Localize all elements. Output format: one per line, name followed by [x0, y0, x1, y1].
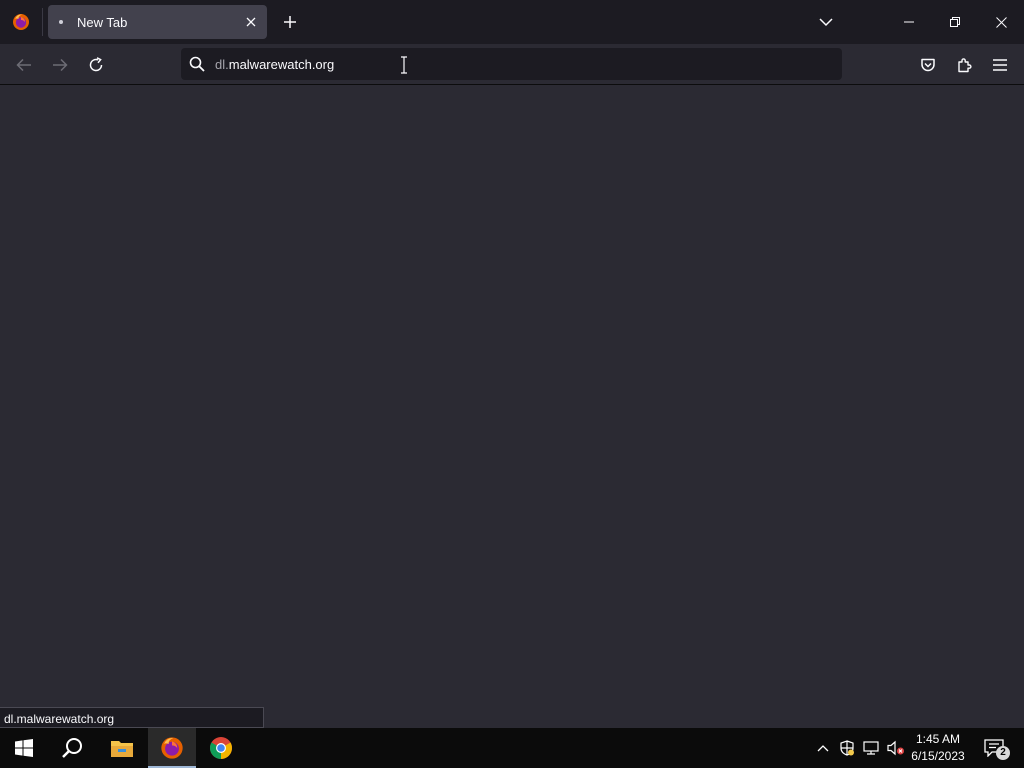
- arrow-left-icon: [16, 58, 31, 72]
- chevron-up-icon: [817, 745, 829, 752]
- screen: New Tab dl.malwarewatch.org dl.malwarewa…: [0, 0, 1024, 768]
- file-explorer-icon: [111, 741, 133, 757]
- tab-loading-dot-icon: [59, 20, 63, 24]
- minimize-button[interactable]: [886, 0, 932, 44]
- window-close-button[interactable]: [978, 0, 1024, 44]
- taskbar-chrome[interactable]: [197, 728, 245, 768]
- address-bar[interactable]: dl.malwarewatch.org: [181, 48, 842, 80]
- chevron-down-icon: [819, 18, 833, 27]
- extensions-button[interactable]: [949, 50, 979, 80]
- chrome-icon: [210, 737, 232, 759]
- tab-new-tab[interactable]: New Tab: [48, 5, 267, 39]
- application-menu-button[interactable]: [985, 50, 1015, 80]
- network-icon: [863, 741, 879, 755]
- status-panel: dl.malwarewatch.org: [0, 707, 264, 728]
- security-shield-icon: [840, 740, 854, 756]
- clock-time: 1:45 AM: [915, 732, 961, 746]
- list-all-tabs-button[interactable]: [812, 8, 840, 36]
- page-content-area: [0, 85, 1024, 728]
- url-domain: malwarewatch.org: [228, 57, 335, 72]
- notification-count-badge: 2: [996, 746, 1010, 760]
- clock-date: 6/15/2023: [911, 749, 965, 763]
- address-bar-text[interactable]: dl.malwarewatch.org: [215, 57, 334, 72]
- taskbar-clock[interactable]: 1:45 AM 6/15/2023: [908, 731, 968, 765]
- tray-volume[interactable]: [885, 728, 907, 768]
- volume-muted-icon: [887, 740, 904, 756]
- taskbar-firefox[interactable]: [148, 728, 196, 768]
- navigation-toolbar: dl.malwarewatch.org: [0, 44, 1024, 85]
- text-cursor-icon: [401, 56, 407, 74]
- reload-button[interactable]: [81, 50, 111, 80]
- show-hidden-icons-button[interactable]: [814, 728, 832, 768]
- tab-strip: New Tab: [0, 0, 1024, 44]
- search-icon: [62, 738, 82, 758]
- extensions-icon: [958, 58, 972, 73]
- start-button[interactable]: [0, 728, 48, 768]
- tray-network[interactable]: [861, 728, 881, 768]
- plus-icon: [284, 16, 296, 28]
- minimize-icon: [904, 21, 914, 23]
- pocket-icon: [921, 58, 935, 72]
- pocket-button[interactable]: [913, 50, 943, 80]
- tab-title: New Tab: [77, 15, 128, 30]
- restore-icon: [950, 17, 960, 27]
- action-center-button[interactable]: 2: [978, 728, 1010, 768]
- back-button[interactable]: [9, 50, 39, 80]
- taskbar-file-explorer[interactable]: [98, 728, 146, 768]
- hamburger-menu-icon: [993, 59, 1007, 71]
- new-tab-button[interactable]: [276, 8, 304, 36]
- forward-button[interactable]: [45, 50, 75, 80]
- status-link-text: dl.malwarewatch.org: [4, 712, 115, 726]
- close-icon: [246, 17, 256, 27]
- windows-start-icon: [15, 739, 33, 757]
- restore-button[interactable]: [932, 0, 978, 44]
- taskbar-search-button[interactable]: [48, 728, 96, 768]
- reload-icon: [89, 57, 103, 72]
- firefox-icon: [161, 737, 183, 759]
- close-icon: [995, 16, 1007, 28]
- firefox-icon: [13, 14, 29, 30]
- taskbar: 1:45 AM 6/15/2023 2: [0, 728, 1024, 768]
- tab-separator: [42, 8, 43, 36]
- tab-close-button[interactable]: [241, 12, 261, 32]
- firefox-app-button[interactable]: [0, 0, 42, 44]
- arrow-right-icon: [53, 58, 68, 72]
- search-icon: [189, 56, 205, 72]
- tray-security[interactable]: [837, 728, 857, 768]
- url-subdomain: dl.: [215, 57, 229, 72]
